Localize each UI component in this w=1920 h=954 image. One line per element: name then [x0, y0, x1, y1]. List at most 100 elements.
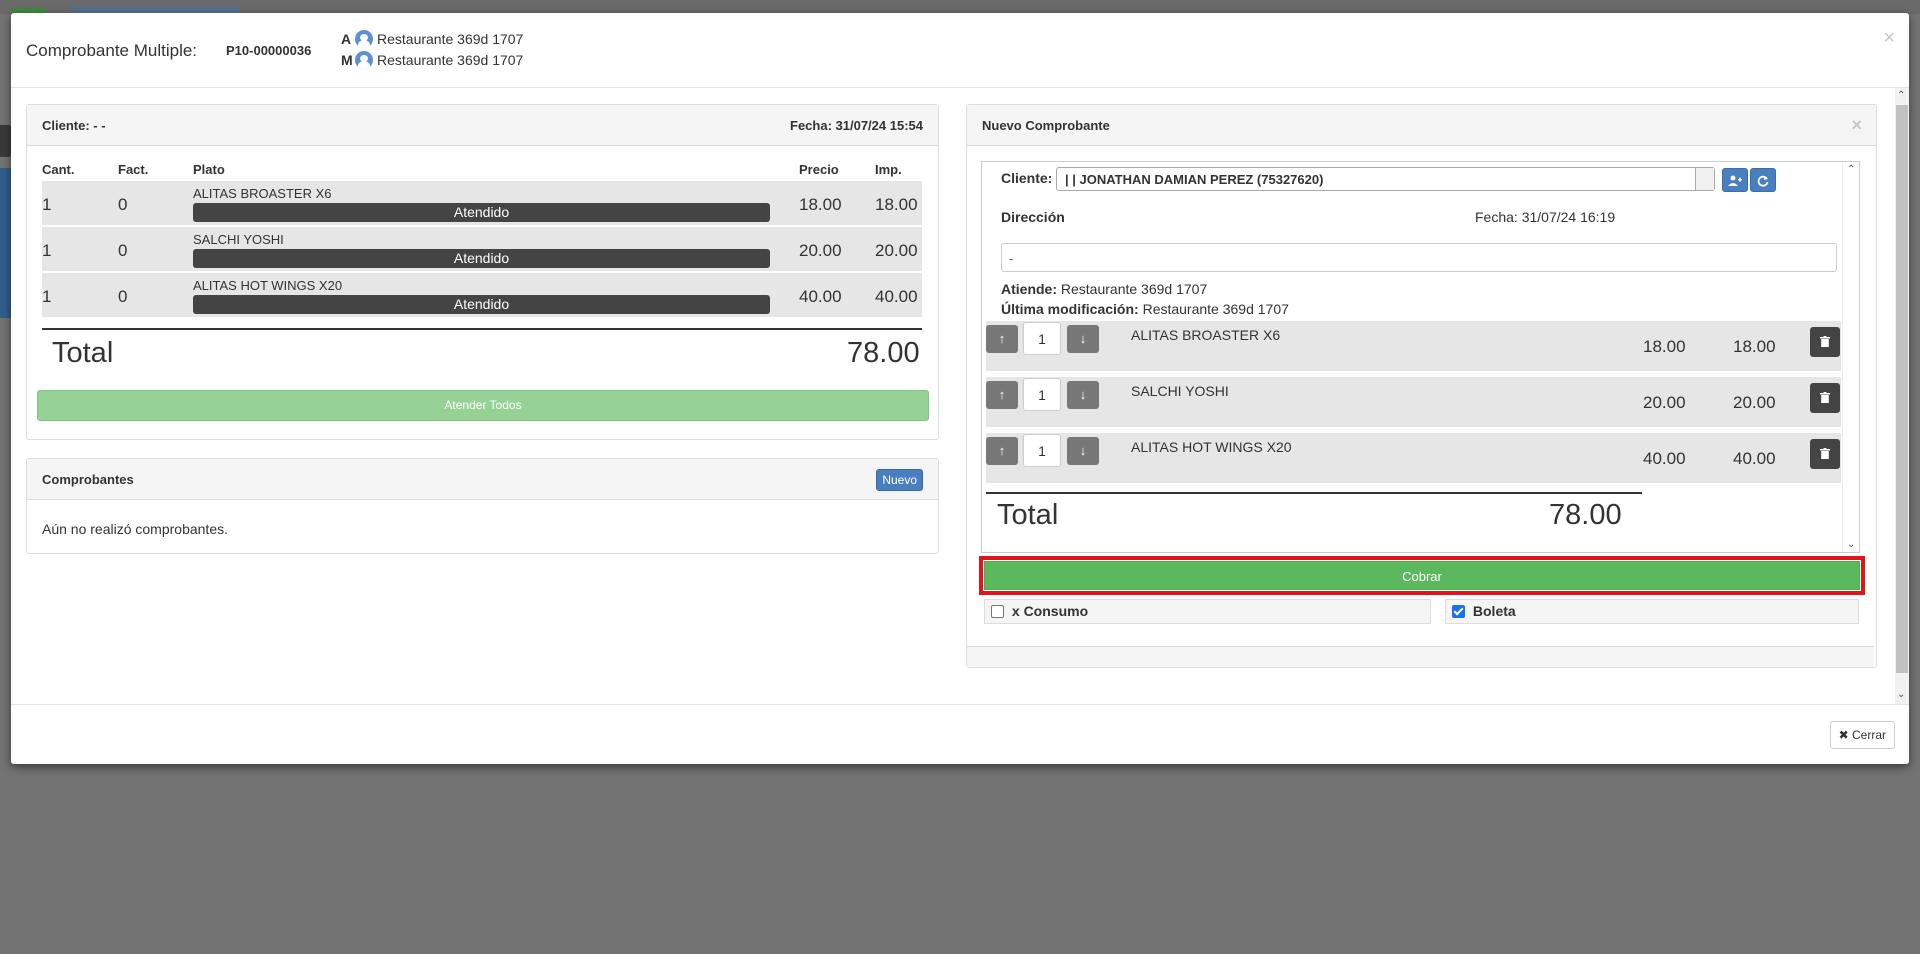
staff-name: Restaurante 369d 1707: [377, 52, 524, 68]
total-label: Total: [997, 499, 1059, 531]
cell-imp: 40.00: [875, 287, 918, 306]
cobrar-button[interactable]: Cobrar: [984, 561, 1860, 590]
item-name: ALITAS HOT WINGS X20: [1131, 439, 1292, 455]
refresh-button[interactable]: [1750, 168, 1776, 192]
add-user-button[interactable]: [1722, 168, 1748, 192]
arrow-up-button[interactable]: ↑: [986, 325, 1018, 353]
staff-name: Restaurante 369d 1707: [377, 31, 524, 47]
comprobantes-panel: Comprobantes Nuevo Aún no realizó compro…: [26, 458, 939, 554]
cliente-select[interactable]: | | JONATHAN DAMIAN PEREZ (75327620): [1056, 167, 1715, 191]
cell-cant: 1: [42, 287, 52, 306]
delete-button[interactable]: [1810, 439, 1840, 469]
chevron-down-icon[interactable]: ⌄: [1897, 689, 1905, 700]
chevron-down-icon[interactable]: ⌄: [1847, 539, 1855, 550]
table-row: 1 0 SALCHI YOSHI Atendido 20.00 20.00: [42, 227, 922, 271]
add-user-icon: [1728, 175, 1742, 186]
cell-plato: SALCHI YOSHI: [193, 232, 284, 247]
empty-message: Aún no realizó comprobantes.: [42, 521, 228, 537]
atender-todos-button[interactable]: Atender Todos: [37, 390, 929, 421]
quantity-field[interactable]: 1: [1023, 322, 1061, 355]
cell-precio: 40.00: [799, 287, 842, 306]
order-client: Cliente: - -: [42, 118, 106, 133]
comprobante-modal: Comprobante Multiple: P10-00000036 A Res…: [11, 13, 1909, 764]
arrow-up-button[interactable]: ↑: [986, 437, 1018, 465]
order-code: P10-00000036: [226, 43, 312, 58]
order-panel: Cliente: - - Fecha: 31/07/24 15:54 Cant.…: [26, 104, 939, 440]
atiende-info: Atiende: Restaurante 369d 1707: [1001, 281, 1207, 297]
staff-letter: A: [341, 31, 352, 47]
list-item: ↑ 1 ↓ ALITAS HOT WINGS X20 40.00 40.00: [986, 433, 1841, 483]
cerrar-button[interactable]: ✖ Cerrar: [1829, 721, 1895, 749]
avatar-icon: [355, 30, 373, 48]
chevron-up-icon[interactable]: ⌃: [1847, 164, 1855, 175]
arrow-down-button[interactable]: ↓: [1067, 437, 1099, 465]
refresh-icon: [1757, 175, 1769, 187]
col-header-precio: Precio: [799, 162, 839, 177]
scrollbar-thumb[interactable]: [1896, 105, 1908, 673]
total-value: 78.00: [1549, 499, 1622, 531]
ultima-value: Restaurante 369d 1707: [1142, 301, 1289, 317]
staff-entry: M Restaurante 369d 1707: [341, 51, 523, 69]
item-price: 18.00: [1643, 337, 1686, 356]
close-icon[interactable]: ×: [1851, 115, 1862, 136]
list-item: ↑ 1 ↓ SALCHI YOSHI 20.00 20.00: [986, 377, 1841, 427]
delete-button[interactable]: [1810, 383, 1840, 413]
staff-entry: A Restaurante 369d 1707: [341, 30, 523, 48]
delete-button[interactable]: [1810, 327, 1840, 357]
status-button[interactable]: Atendido: [193, 295, 770, 314]
nuevo-comprobante-header: Nuevo Comprobante ×: [967, 105, 1876, 146]
item-amount: 40.00: [1733, 449, 1776, 468]
cell-plato: ALITAS HOT WINGS X20: [193, 278, 343, 293]
close-icon[interactable]: ×: [1883, 27, 1895, 50]
cell-fact: 0: [118, 195, 128, 214]
cell-imp: 18.00: [875, 195, 918, 214]
comprobante-date: Fecha: 31/07/24 16:19: [1475, 209, 1616, 225]
col-header-fact: Fact.: [118, 162, 149, 177]
total-divider: [42, 328, 922, 330]
cliente-label: Cliente:: [1001, 170, 1053, 186]
arrow-down-button[interactable]: ↓: [1067, 325, 1099, 353]
total-value: 78.00: [847, 337, 920, 369]
cell-cant: 1: [42, 241, 52, 260]
status-button[interactable]: Atendido: [193, 249, 770, 268]
cell-imp: 20.00: [875, 241, 918, 260]
cell-precio: 20.00: [799, 241, 842, 260]
modal-body: Cliente: - - Fecha: 31/07/24 15:54 Cant.…: [11, 88, 1909, 704]
cell-cant: 1: [42, 195, 52, 214]
modal-footer: ✖ Cerrar: [11, 704, 1909, 765]
modal-title: Comprobante Multiple:: [26, 41, 198, 60]
trash-icon: [1820, 448, 1830, 459]
direccion-input[interactable]: -: [1001, 243, 1837, 272]
item-price: 20.00: [1643, 393, 1686, 412]
atiende-label: Atiende:: [1001, 281, 1057, 297]
modal-scrollbar[interactable]: ⌃ ⌄: [1895, 88, 1909, 704]
cell-fact: 0: [118, 287, 128, 306]
comprobantes-title: Comprobantes: [42, 472, 134, 487]
staff-letter: M: [341, 52, 353, 68]
total-divider: [986, 492, 1642, 494]
chevron-down-icon[interactable]: [1695, 168, 1714, 190]
status-button[interactable]: Atendido: [193, 203, 770, 222]
cliente-select-value: | | JONATHAN DAMIAN PEREZ (75327620): [1065, 172, 1324, 187]
col-header-plato: Plato: [193, 162, 225, 177]
comprobantes-header: Comprobantes Nuevo: [27, 459, 938, 500]
consumo-checkbox[interactable]: [991, 604, 1004, 618]
consumo-label: x Consumo: [1011, 603, 1089, 619]
chevron-up-icon[interactable]: ⌃: [1897, 90, 1905, 101]
col-header-imp: Imp.: [875, 162, 902, 177]
nuevo-comprobante-panel: Nuevo Comprobante × Cliente: | | JONATHA…: [966, 104, 1877, 668]
col-header-cant: Cant.: [42, 162, 75, 177]
item-amount: 20.00: [1733, 393, 1776, 412]
order-panel-header: Cliente: - - Fecha: 31/07/24 15:54: [27, 105, 938, 146]
inner-scrollbar[interactable]: ⌃ ⌄: [1842, 162, 1859, 552]
cerrar-label: Cerrar: [1851, 728, 1886, 742]
consumo-checkbox-row[interactable]: x Consumo: [984, 599, 1431, 624]
boleta-checkbox[interactable]: [1452, 604, 1465, 618]
cell-fact: 0: [118, 241, 128, 260]
boleta-checkbox-row[interactable]: Boleta: [1445, 599, 1859, 624]
quantity-field[interactable]: 1: [1023, 378, 1061, 411]
arrow-down-button[interactable]: ↓: [1067, 381, 1099, 409]
nuevo-button[interactable]: Nuevo: [876, 469, 923, 491]
quantity-field[interactable]: 1: [1023, 434, 1061, 467]
arrow-up-button[interactable]: ↑: [986, 381, 1018, 409]
